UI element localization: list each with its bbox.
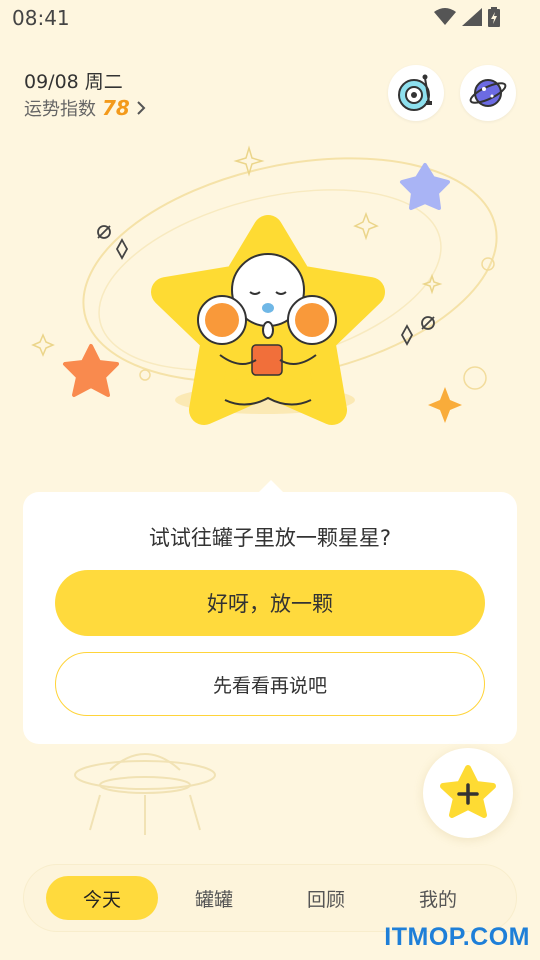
watermark: ITMOP.COM (384, 923, 530, 951)
dot-decoration (139, 369, 151, 381)
music-button[interactable] (388, 65, 444, 121)
dot-decoration (463, 366, 487, 390)
status-time: 08:41 (12, 6, 70, 30)
fortune-value: 78 (102, 96, 130, 120)
planet-button[interactable] (460, 65, 516, 121)
tab-today[interactable]: 今天 (46, 876, 158, 920)
wifi-icon (434, 8, 456, 25)
sparkle-icon (353, 211, 379, 241)
music-disc-icon (398, 74, 432, 111)
tab-review[interactable]: 回顾 (270, 876, 382, 920)
fortune-index-link[interactable]: 运势指数 78 (24, 95, 146, 121)
purple-star-icon (400, 163, 450, 210)
status-icons (434, 7, 500, 27)
tab-jar[interactable]: 罐罐 (158, 876, 270, 920)
signal-icon (462, 8, 482, 26)
battery-icon (488, 7, 500, 27)
date-label: 09/08 周二 (24, 71, 123, 93)
sparkle-icon (31, 333, 55, 357)
ufo-doodle-icon (74, 753, 216, 835)
fortune-label: 运势指数 (24, 99, 96, 120)
prompt-dialog: 试试往罐子里放一颗星星? 好呀，放一颗 先看看再说吧 (23, 492, 517, 744)
later-button[interactable]: 先看看再说吧 (55, 652, 485, 716)
add-star-button[interactable]: 好呀，放一颗 (55, 570, 485, 636)
dialog-question: 试试往罐子里放一颗星星? (148, 526, 392, 550)
star-plus-icon (440, 765, 496, 818)
planet-icon (469, 79, 507, 107)
chevron-right-icon (137, 101, 146, 115)
tab-mine[interactable]: 我的 (382, 876, 494, 920)
status-bar: 08:41 (0, 0, 540, 36)
star-mascot-illustration (31, 145, 498, 425)
add-star-fab[interactable] (423, 748, 513, 838)
small-orange-star-icon (428, 387, 462, 423)
orange-star-icon (63, 344, 119, 397)
bottom-tab-bar: 今天 罐罐 回顾 我的 (24, 865, 516, 931)
